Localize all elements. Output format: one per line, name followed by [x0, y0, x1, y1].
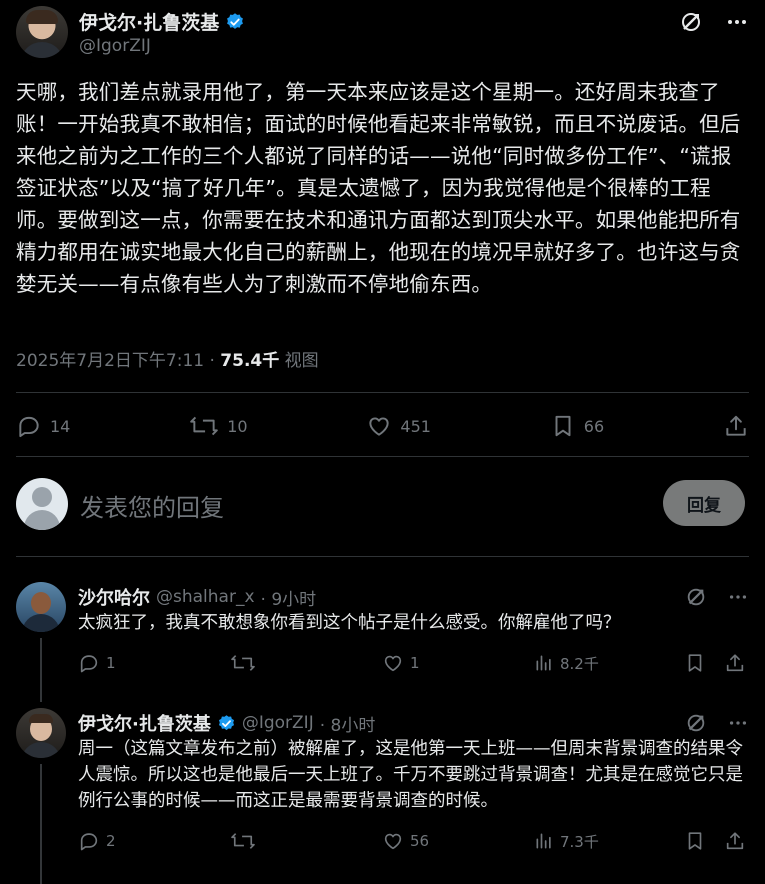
reply-text: 太疯狂了，我真不敢想象你看到这个帖子是什么感受。你解雇他了吗？: [78, 613, 621, 633]
views-button[interactable]: 8.2千: [534, 653, 684, 674]
post-views-label: 视图: [279, 351, 319, 371]
like-count: 1: [410, 654, 420, 672]
reply-button[interactable]: 14: [16, 413, 70, 439]
divider: [16, 556, 749, 557]
share-button[interactable]: [724, 652, 746, 674]
reply-author-avatar[interactable]: [16, 582, 66, 632]
like-button[interactable]: 56: [382, 830, 534, 852]
share-button[interactable]: [723, 413, 749, 439]
thread-line: [40, 638, 42, 702]
reply-text: 周一（这篇文章发布之前）被解雇了，这是他第一天上班——但周末背景调查的结果令人震…: [78, 739, 743, 811]
views-count: 8.2千: [560, 654, 599, 673]
repost-icon: [189, 413, 219, 439]
reply-button[interactable]: 1: [78, 652, 230, 674]
reply-count: 14: [50, 416, 71, 436]
reply-icon: [78, 830, 100, 852]
reply-time[interactable]: · 9小时: [261, 585, 317, 610]
reply-header: 伊戈尔·扎鲁茨基 @IgorZIJ · 8小时: [78, 710, 375, 736]
like-count: 451: [400, 416, 431, 436]
reply-count: 2: [106, 832, 116, 850]
author-avatar[interactable]: [16, 6, 68, 58]
bookmark-button[interactable]: [684, 830, 724, 852]
bookmark-button[interactable]: 66: [550, 413, 604, 439]
analytics-icon: [534, 831, 554, 851]
author-name[interactable]: 伊戈尔·扎鲁茨基: [79, 8, 219, 35]
reply-author-name[interactable]: 伊戈尔·扎鲁茨基: [78, 710, 211, 736]
heart-icon: [382, 830, 404, 852]
grok-icon[interactable]: [685, 586, 707, 608]
analytics-icon: [534, 653, 554, 673]
reply-author-avatar[interactable]: [16, 708, 66, 758]
like-count: 56: [410, 832, 430, 850]
post-meta: 2025年7月2日下午7:11 · 75.4千 视图: [16, 346, 319, 371]
post-timestamp[interactable]: 2025年7月2日下午7:11: [16, 351, 204, 371]
share-icon: [724, 830, 746, 852]
more-options-icon[interactable]: [725, 10, 749, 34]
meta-dot: ·: [204, 351, 221, 371]
repost-button[interactable]: [230, 652, 382, 674]
reply-submit-button[interactable]: 回复: [663, 480, 745, 526]
share-button[interactable]: [724, 830, 746, 852]
reply-header: 沙尔哈尔 @shalhar_x · 9小时: [78, 584, 316, 610]
like-button[interactable]: 451: [366, 413, 431, 439]
post-actions: 14 10 451 66: [16, 408, 749, 444]
repost-button[interactable]: [230, 830, 382, 852]
bookmark-button[interactable]: [684, 652, 724, 674]
grok-icon[interactable]: [685, 712, 707, 734]
post-text: 天哪，我们差点就录用他了，第一天本来应该是这个星期一。还好周末我查了账！一开始我…: [16, 80, 741, 296]
author-handle[interactable]: @IgorZIJ: [79, 36, 151, 56]
heart-icon: [382, 652, 404, 674]
views-button[interactable]: 7.3千: [534, 831, 684, 852]
repost-icon: [230, 652, 256, 674]
reply-author-handle[interactable]: @IgorZIJ: [242, 713, 314, 733]
reply-input[interactable]: 发表您的回复: [80, 488, 224, 523]
post-views-count: 75.4千: [220, 351, 280, 371]
share-icon: [723, 413, 749, 439]
post-header: 伊戈尔·扎鲁茨基 @IgorZIJ: [16, 6, 749, 62]
divider: [16, 392, 749, 393]
bookmark-icon: [684, 830, 706, 852]
reply-count: 1: [106, 654, 116, 672]
verified-badge-icon: [217, 714, 236, 733]
repost-button[interactable]: 10: [189, 413, 248, 439]
reply-author-handle[interactable]: @shalhar_x: [156, 587, 255, 607]
bookmark-icon: [684, 652, 706, 674]
reply-time[interactable]: · 8小时: [320, 711, 376, 736]
more-options-icon[interactable]: [727, 586, 749, 608]
repost-count: 10: [227, 416, 248, 436]
views-count: 7.3千: [560, 832, 599, 851]
default-avatar: [16, 478, 68, 530]
grok-icon[interactable]: [679, 10, 703, 34]
reply-icon: [78, 652, 100, 674]
reply-item[interactable]: 伊戈尔·扎鲁茨基 @IgorZIJ · 8小时 周一（这篇文章发布之前）被解雇了…: [16, 708, 749, 884]
share-icon: [724, 652, 746, 674]
reply-composer: 发表您的回复 回复: [16, 476, 745, 532]
reply-button[interactable]: 2: [78, 830, 230, 852]
verified-badge-icon: [225, 12, 245, 32]
author-name-line: 伊戈尔·扎鲁茨基: [79, 8, 245, 35]
bookmark-count: 66: [583, 416, 605, 436]
reply-actions: 2 56 7.3千: [78, 830, 749, 852]
thread-line: [40, 764, 42, 884]
like-button[interactable]: 1: [382, 652, 534, 674]
more-options-icon[interactable]: [727, 712, 749, 734]
reply-item[interactable]: 沙尔哈尔 @shalhar_x · 9小时 太疯狂了，我真不敢想象你看到这个帖子…: [16, 582, 749, 702]
repost-icon: [230, 830, 256, 852]
heart-icon: [366, 413, 392, 439]
reply-actions: 1 1 8.2千: [78, 652, 749, 674]
bookmark-icon: [550, 413, 576, 439]
reply-author-name[interactable]: 沙尔哈尔: [78, 584, 150, 610]
divider: [16, 456, 749, 457]
reply-icon: [16, 413, 42, 439]
